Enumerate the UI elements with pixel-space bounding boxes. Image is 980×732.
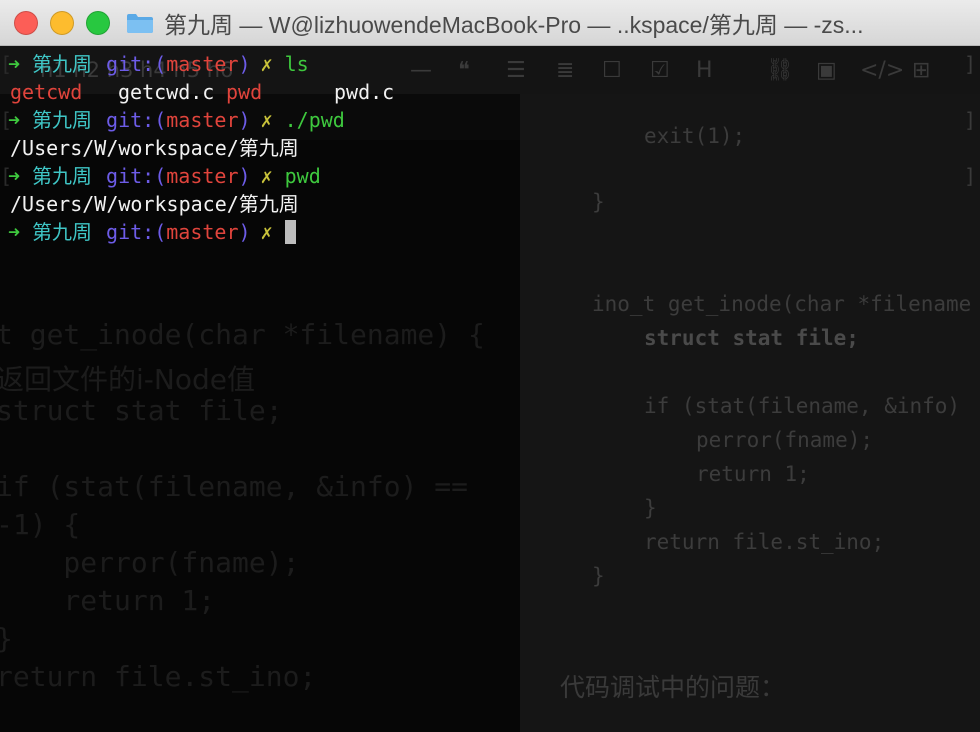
close-button[interactable] xyxy=(14,10,38,35)
prompt-git: git:(master) xyxy=(106,218,251,246)
ghost-line: } xyxy=(0,622,13,655)
git-prefix: git:( xyxy=(106,108,167,132)
maximize-button[interactable] xyxy=(86,10,110,35)
prompt-git: git:(master) xyxy=(106,106,251,134)
window-title: 第九周 — W@lizhuowendeMacBook-Pro — ..kspac… xyxy=(164,11,864,38)
title-bar[interactable]: 第九周 — W@lizhuowendeMacBook-Pro — ..kspac… xyxy=(0,0,980,46)
git-prefix: git:( xyxy=(106,164,167,188)
prompt-dir: 第九周 xyxy=(32,164,93,188)
ghost-line: return 1; xyxy=(0,584,216,617)
command: ls xyxy=(284,52,309,76)
code-line: return 1; xyxy=(696,462,810,486)
code-line: return file.st_ino; xyxy=(644,530,885,554)
git-prefix: git:( xyxy=(106,220,167,244)
command: pwd xyxy=(284,164,321,188)
code-line: struct stat file; xyxy=(644,326,859,350)
command-output: /Users/W/workspace/第九周 xyxy=(10,136,299,160)
ls-output: getcwd getcwd.c pwd pwd.c xyxy=(0,78,980,106)
code-line: if (stat(filename, &info) xyxy=(644,394,961,418)
active-prompt-line[interactable]: ➜ 第九周 git:(master) ✗ xyxy=(0,218,980,246)
prompt-git: git:(master) xyxy=(106,162,251,190)
prompt-arrow-icon: ➜ xyxy=(8,52,21,76)
git-branch: master xyxy=(166,220,239,244)
ghost-line: if (stat(filename, &info) == xyxy=(0,470,469,503)
dirty-mark: ✗ xyxy=(260,164,273,188)
output-line: /Users/W/workspace/第九周 xyxy=(0,190,980,218)
line-bracket: [ xyxy=(0,164,13,188)
prompt-line: [ ➜ 第九周 git:(master) ✗ ./pwd xyxy=(0,106,980,134)
ghost-line: struct stat file; xyxy=(0,394,283,427)
section-heading: 代码调试中的问题： xyxy=(560,673,786,702)
dirty-mark: ✗ xyxy=(260,220,273,244)
prompt-dir: 第九周 xyxy=(32,108,93,132)
ghost-line: t get_inode(char *filename) { xyxy=(0,318,485,351)
prompt-line: [ ➜ 第九周 git:(master) ✗ pwd xyxy=(0,162,980,190)
git-branch: master xyxy=(166,164,239,188)
ls-entry: getcwd.c xyxy=(118,80,215,104)
code-line: perror(fname); xyxy=(696,428,874,452)
prompt-arrow-icon: ➜ xyxy=(8,108,21,132)
line-bracket: [ xyxy=(0,52,13,76)
dirty-mark: ✗ xyxy=(260,52,273,76)
ls-entry: getcwd xyxy=(10,80,83,104)
folder-icon xyxy=(127,13,153,33)
output-line: /Users/W/workspace/第九周 xyxy=(0,134,980,162)
terminal-output[interactable]: [ ➜ 第九周 git:(master) ✗ ls getcwd getcwd.… xyxy=(0,50,980,246)
prompt-dir: 第九周 xyxy=(32,52,93,76)
git-suffix: ) xyxy=(238,164,251,188)
line-bracket: [ xyxy=(0,108,13,132)
code-line: ino_t get_inode(char *filename xyxy=(592,292,972,316)
command: ./pwd xyxy=(284,108,345,132)
prompt-git: git:(master) xyxy=(106,50,251,78)
ghost-line: -1) { xyxy=(0,508,81,541)
ghost-line: perror(fname); xyxy=(0,546,300,579)
git-branch: master xyxy=(166,108,239,132)
ls-entry: pwd.c xyxy=(334,80,395,104)
git-suffix: ) xyxy=(238,220,251,244)
git-suffix: ) xyxy=(238,52,251,76)
dirty-mark: ✗ xyxy=(260,108,273,132)
line-spacer xyxy=(0,218,8,246)
minimize-button[interactable] xyxy=(50,10,74,35)
code-line: } xyxy=(592,564,605,588)
window-title-group: 第九周 — W@lizhuowendeMacBook-Pro — ..kspac… xyxy=(126,6,863,40)
prompt-dir: 第九周 xyxy=(32,220,93,244)
prompt-arrow-icon: ➜ xyxy=(8,164,21,188)
prompt-line: [ ➜ 第九周 git:(master) ✗ ls xyxy=(0,50,980,78)
ghost-line: return file.st_ino; xyxy=(0,660,317,693)
code-line: } xyxy=(644,496,657,520)
ls-entry: pwd xyxy=(226,80,263,104)
traffic-lights xyxy=(14,10,110,35)
text-cursor[interactable] xyxy=(284,220,296,244)
git-prefix: git:( xyxy=(106,52,167,76)
git-suffix: ) xyxy=(238,108,251,132)
ghost-line: 返回文件的i-Node值 xyxy=(0,363,255,396)
terminal-window: 第九周 — W@lizhuowendeMacBook-Pro — ..kspac… xyxy=(0,0,980,732)
prompt-arrow-icon: ➜ xyxy=(8,220,21,244)
command-output: /Users/W/workspace/第九周 xyxy=(10,192,299,216)
git-branch: master xyxy=(166,52,239,76)
